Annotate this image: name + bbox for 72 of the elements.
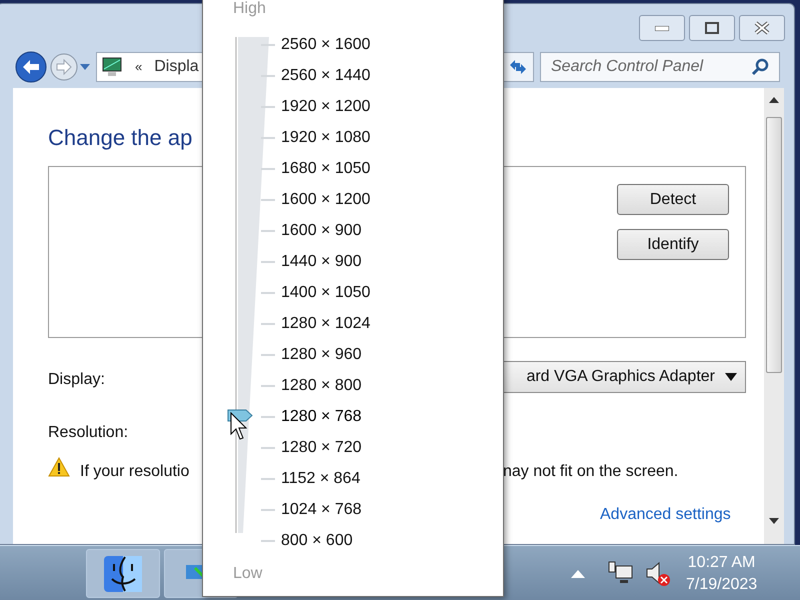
resolution-option[interactable]: 1280 × 800	[281, 374, 362, 398]
display-label: Display:	[48, 370, 105, 390]
address-chevron[interactable]: «	[135, 57, 142, 77]
dropdown-arrow-icon	[725, 373, 737, 381]
resolution-option[interactable]: 1280 × 720	[281, 436, 362, 460]
advanced-settings-link[interactable]: Advanced settings	[600, 503, 731, 527]
monitor-icon	[101, 56, 123, 78]
scroll-thumb[interactable]	[766, 117, 782, 373]
resolution-label: Resolution:	[48, 423, 128, 443]
refresh-arrows-icon	[508, 58, 528, 76]
tick-mark	[261, 136, 275, 138]
smiling-face-logo-icon	[103, 554, 143, 592]
mouse-cursor-icon	[230, 412, 250, 441]
tick-mark	[261, 198, 275, 200]
resolution-option[interactable]: 1024 × 768	[281, 498, 362, 522]
scrollbar[interactable]	[764, 88, 784, 544]
muted-speaker-icon[interactable]	[645, 560, 671, 588]
resolution-option[interactable]: 1280 × 768	[281, 404, 362, 428]
high-label: High	[233, 0, 266, 19]
tick-mark	[261, 478, 275, 480]
warning-text: nay not fit on the screen.	[503, 462, 678, 482]
resolution-option[interactable]: 1280 × 960	[281, 342, 362, 366]
resolution-option[interactable]: 1280 × 1024	[281, 312, 370, 336]
tick-mark	[261, 260, 275, 262]
display-value: ard VGA Graphics Adapter	[526, 367, 715, 387]
taskbar-button[interactable]	[86, 549, 160, 598]
tick-mark	[261, 322, 275, 324]
resolution-option[interactable]: 1600 × 900	[281, 218, 362, 242]
tick-mark	[261, 540, 275, 542]
refresh-button[interactable]	[501, 52, 534, 82]
preview-button[interactable]: Identify	[617, 229, 729, 260]
resolution-option[interactable]: 1400 × 1050	[281, 280, 370, 304]
resolution-option[interactable]: 1920 × 1200	[281, 94, 370, 118]
low-label: Low	[233, 564, 262, 584]
maximize-button[interactable]	[689, 15, 735, 41]
tick-mark	[261, 106, 275, 108]
tick-mark	[261, 230, 275, 232]
tick-mark	[261, 292, 275, 294]
resolution-option[interactable]: 2560 × 1600	[281, 32, 370, 56]
resolution-option[interactable]: 1680 × 1050	[281, 156, 370, 180]
minimize-icon	[655, 26, 669, 30]
tick-mark	[261, 168, 275, 170]
show-hidden-icons-icon[interactable]	[571, 570, 585, 578]
scroll-down-icon[interactable]	[769, 518, 779, 524]
tick-mark	[261, 74, 275, 76]
resolution-option[interactable]: 1920 × 1080	[281, 126, 370, 150]
resolution-option[interactable]: 800 × 600	[281, 528, 353, 552]
warning-icon	[48, 457, 70, 477]
tick-mark	[261, 416, 275, 418]
resolution-option[interactable]: 1440 × 900	[281, 250, 362, 274]
tick-mark	[261, 354, 275, 356]
close-icon	[754, 21, 770, 35]
slider-track[interactable]	[235, 37, 271, 533]
search-field[interactable]: Search Control Panel	[540, 52, 780, 82]
maximize-icon	[705, 22, 719, 34]
tick-mark	[261, 384, 275, 386]
tick-mark	[261, 44, 275, 46]
page-heading: Change the ap	[48, 124, 192, 152]
search-icon	[751, 58, 769, 76]
resolution-option[interactable]: 1600 × 1200	[281, 188, 370, 212]
tick-mark	[261, 508, 275, 510]
network-icon[interactable]	[608, 560, 634, 586]
resolution-option[interactable]: 2560 × 1440	[281, 64, 370, 88]
warning-text: If your resolutio	[80, 462, 190, 482]
scroll-up-icon[interactable]	[769, 97, 779, 103]
resolution-option[interactable]: 1152 × 864	[281, 466, 360, 490]
tick-mark	[261, 446, 275, 448]
search-input[interactable]: Search Control Panel	[551, 55, 751, 79]
dropdown-caret-icon[interactable]	[80, 64, 90, 70]
address-crumb[interactable]: Displa	[154, 55, 199, 79]
close-button[interactable]	[739, 15, 785, 41]
preview-button[interactable]: Detect	[617, 184, 729, 215]
